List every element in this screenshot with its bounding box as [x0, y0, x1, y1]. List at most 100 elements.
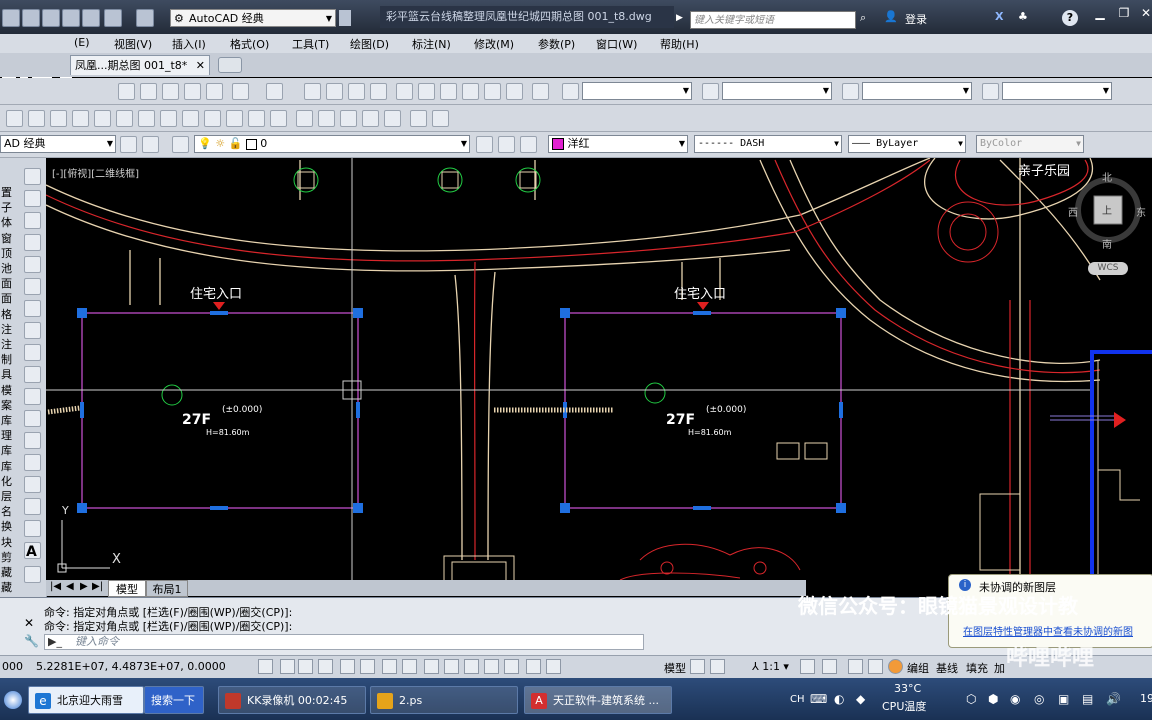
wechat-icon[interactable]: ◉ [1010, 692, 1020, 706]
table-icon[interactable] [296, 110, 313, 127]
start-button[interactable] [2, 682, 26, 716]
palette-category-label[interactable]: 理 [1, 429, 15, 442]
zoom-window-icon[interactable] [348, 83, 365, 100]
compass-west[interactable]: 西 [1068, 204, 1078, 219]
tab-model[interactable]: 模型 [108, 580, 146, 597]
palette-category-label[interactable]: 制 [1, 353, 15, 366]
close-icon[interactable]: ✕ [24, 616, 34, 630]
revision-cloud-icon[interactable] [24, 322, 41, 339]
copy-icon[interactable] [140, 83, 157, 100]
ortho-mode-icon[interactable] [318, 659, 333, 674]
palette-category-label[interactable]: 顶 [1, 247, 15, 260]
gear-icon[interactable] [120, 136, 137, 153]
search-button[interactable]: 搜索一下 [144, 686, 204, 714]
compass-north[interactable]: 北 [1102, 169, 1112, 184]
table-style-select[interactable]: ▼ [862, 82, 972, 100]
annotation-scale[interactable]: ⅄ 1:1 ▾ [752, 660, 789, 673]
polygon-icon[interactable] [24, 234, 41, 251]
dim-style-icon[interactable] [702, 83, 719, 100]
coordinate-readout[interactable]: 5.2281E+07, 4.4873E+07, 0.0000 [36, 660, 226, 673]
no-entry-icon[interactable] [384, 110, 401, 127]
gradient-icon[interactable] [24, 498, 41, 515]
tray-icon[interactable]: ⬡ [966, 692, 976, 706]
palette-category-label[interactable]: 格 [1, 308, 15, 321]
paste-icon[interactable] [162, 83, 179, 100]
exchange-icon[interactable]: X [995, 10, 1003, 23]
undo-icon[interactable] [104, 9, 122, 27]
design-center-icon[interactable] [418, 83, 435, 100]
plotstyle-select[interactable]: ByColor ▼ [976, 135, 1084, 153]
compass-south[interactable]: 南 [1102, 236, 1112, 251]
volume-icon[interactable]: 🔊 [1106, 692, 1121, 706]
menu-format[interactable]: 格式(O) [230, 36, 269, 52]
hatch-icon[interactable] [24, 476, 41, 493]
menu-modify[interactable]: 修改(M) [474, 36, 514, 52]
point-icon[interactable] [24, 454, 41, 471]
palette-category-label[interactable]: 库 [1, 444, 15, 457]
insert-block-icon[interactable] [24, 410, 41, 427]
layer-tool-icon[interactable] [182, 110, 199, 127]
close-icon[interactable]: ✕ [1134, 4, 1152, 22]
notification-link[interactable]: 在图层特性管理器中查看未协调的新图 [963, 623, 1133, 638]
model-space-toggle[interactable]: 模型 [664, 660, 686, 676]
close-icon[interactable] [432, 110, 449, 127]
menu-tools[interactable]: 工具(T) [292, 36, 329, 52]
tab-next-icon[interactable]: ▶ [80, 581, 88, 592]
tool-palettes-icon[interactable] [440, 83, 457, 100]
layer-tool-icon[interactable] [160, 110, 177, 127]
polyline-icon[interactable] [24, 212, 41, 229]
tab-last-icon[interactable]: ▶| [92, 581, 103, 592]
layer-properties-icon[interactable] [172, 136, 189, 153]
layer-select[interactable]: 💡 ☼ 🔓 0 ▼ [194, 135, 470, 153]
snap-mode-icon[interactable] [280, 659, 295, 674]
markup-icon[interactable] [484, 83, 501, 100]
new-tab-icon[interactable] [218, 57, 242, 73]
object-snap-icon[interactable] [360, 659, 375, 674]
redo-icon[interactable] [266, 83, 283, 100]
binoculars-icon[interactable]: ⌕ [860, 11, 866, 25]
new-file-icon[interactable] [22, 9, 40, 27]
text-style-icon[interactable] [562, 83, 579, 100]
tray-icon[interactable]: ▣ [1058, 692, 1069, 706]
quick-view-drawings-icon[interactable] [710, 659, 725, 674]
layer-tool-icon[interactable] [138, 110, 155, 127]
task-browser[interactable]: e 北京迎大雨雪 [28, 686, 144, 714]
annotation-visibility-icon[interactable] [800, 659, 815, 674]
thicken-toggle[interactable]: 加 [994, 660, 1005, 676]
polar-tracking-icon[interactable] [340, 659, 355, 674]
make-current-layer-icon[interactable] [476, 136, 493, 153]
auto-scale-icon[interactable] [822, 659, 837, 674]
palette-category-label[interactable]: 窗 [1, 232, 15, 245]
dim-style-select[interactable]: ▼ [722, 82, 832, 100]
group-toggle[interactable]: 编组 [907, 660, 929, 676]
selection-cycling-icon[interactable] [526, 659, 541, 674]
palette-category-label[interactable]: 注 [1, 338, 15, 351]
workspace-select[interactable]: ⚙ AutoCAD 经典 ▼ [170, 9, 336, 27]
3d-object-snap-icon[interactable] [382, 659, 397, 674]
palette-category-label[interactable]: 层 [1, 490, 15, 503]
multileader-style-select[interactable]: ▼ [1002, 82, 1112, 100]
make-block-icon[interactable] [24, 432, 41, 449]
tab-prev-icon[interactable]: ◀ [66, 581, 74, 592]
viewcube-top-face[interactable]: 上 [1102, 202, 1112, 217]
add-selected-icon[interactable] [24, 566, 41, 583]
sphere-icon[interactable] [318, 110, 335, 127]
cube-icon[interactable] [410, 110, 427, 127]
task-tangent[interactable]: A 天正软件-建筑系统 ... [524, 686, 672, 714]
zoom-previous-icon[interactable] [370, 83, 387, 100]
transparency-icon[interactable] [484, 659, 499, 674]
palette-category-label[interactable]: 面 [1, 292, 15, 305]
menu-edit[interactable]: (E) [74, 36, 90, 49]
task-recorder[interactable]: KK录像机 00:02:45 [218, 686, 366, 714]
calculator-icon[interactable] [506, 83, 523, 100]
table-style-icon[interactable] [842, 83, 859, 100]
toolbar-lock-icon[interactable] [868, 659, 883, 674]
bulb-icon[interactable] [50, 110, 67, 127]
app-menu-icon[interactable] [2, 9, 20, 27]
palette-category-label[interactable]: 池 [1, 262, 15, 275]
quick-view-layouts-icon[interactable] [690, 659, 705, 674]
dynamic-ucs-icon[interactable] [424, 659, 439, 674]
annotation-monitor-icon[interactable] [546, 659, 561, 674]
multiline-text-icon[interactable]: A [26, 544, 37, 560]
palette-category-label[interactable]: 名 [1, 505, 15, 518]
